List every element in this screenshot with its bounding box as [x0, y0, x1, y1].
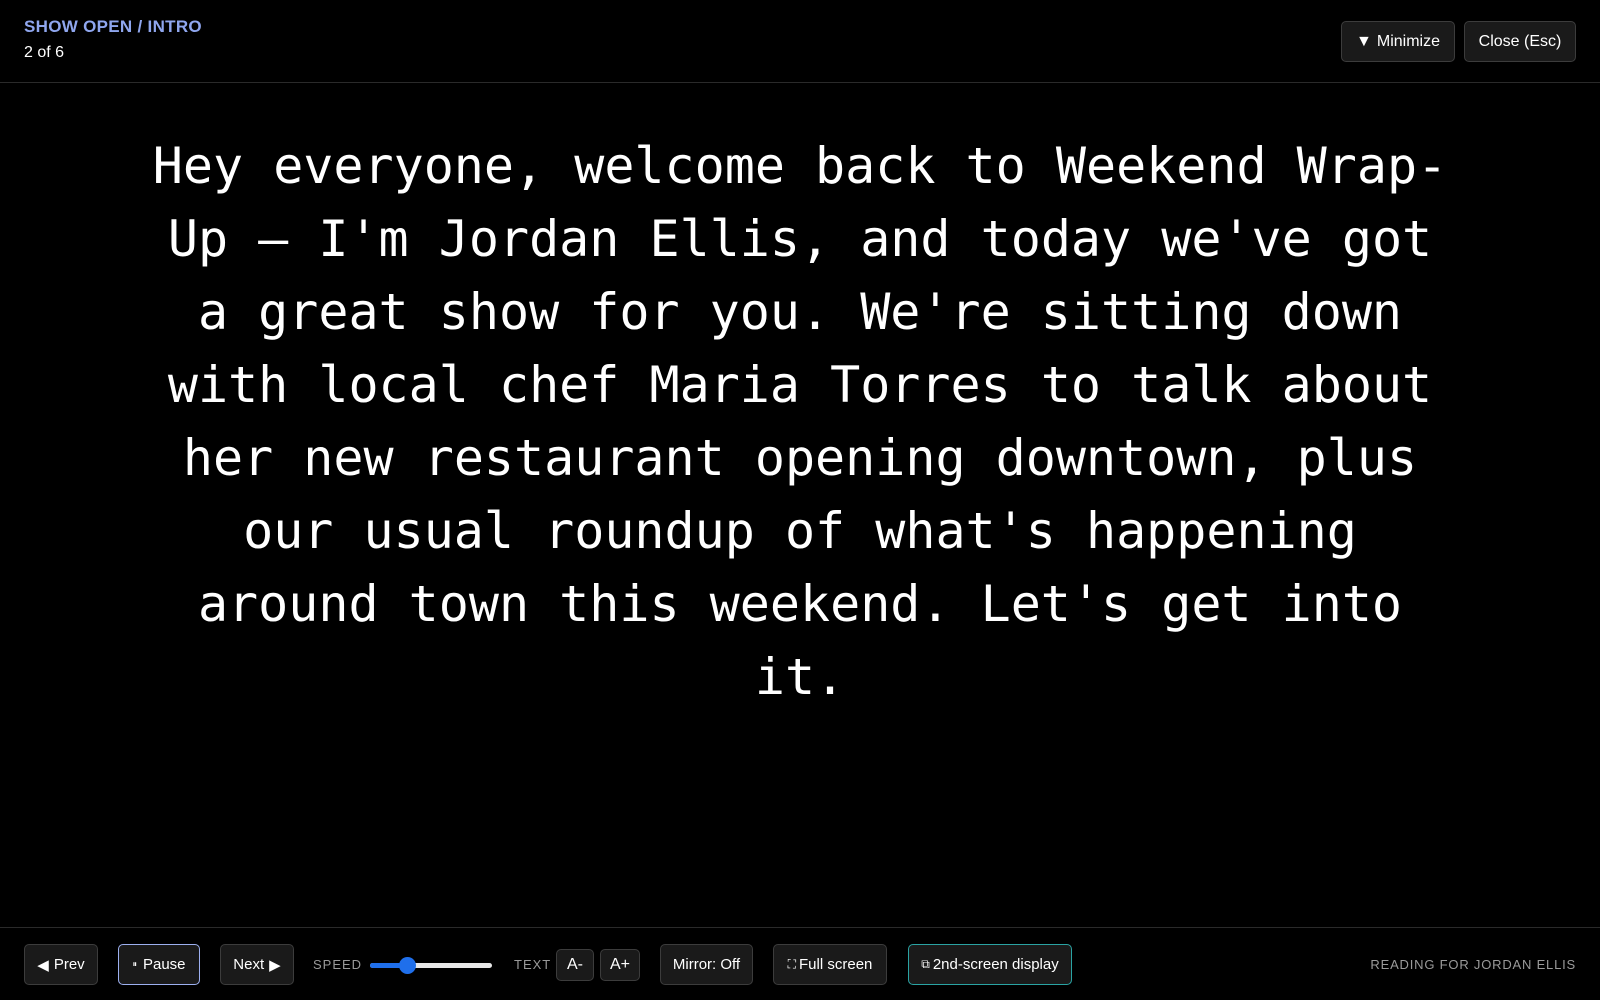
second-screen-label: 2nd-screen display: [932, 956, 1059, 973]
reading-for-label: READING FOR JORDAN ELLIS: [1370, 957, 1576, 972]
close-button[interactable]: Close (Esc): [1464, 21, 1576, 62]
second-screen-button[interactable]: ⧉ 2nd-screen display: [908, 944, 1072, 985]
text-smaller-button[interactable]: A-: [556, 949, 594, 981]
triangle-left-icon: ◀: [37, 956, 49, 974]
prev-button[interactable]: ◀ Prev: [24, 944, 98, 985]
teleprompter-script-text: Hey everyone, welcome back to Weekend Wr…: [152, 137, 1448, 706]
minimize-label: Minimize: [1376, 32, 1440, 50]
next-label: Next: [233, 956, 265, 973]
triangle-down-icon: ▼: [1356, 32, 1372, 50]
pause-icon: ⏸: [132, 959, 137, 969]
segment-title: SHOW OPEN / INTRO: [24, 17, 202, 36]
text-size-label: TEXT: [514, 957, 552, 972]
pause-button[interactable]: ⏸ Pause: [118, 944, 200, 985]
fullscreen-icon: ⛶: [787, 957, 797, 971]
prev-label: Prev: [53, 956, 85, 973]
segment-counter: 2 of 6: [24, 44, 65, 61]
teleprompter-controls: ◀ Prev ⏸ Pause Next ▶ SPEED TEXT A- A+ M…: [0, 927, 1600, 1000]
teleprompter-header: SHOW OPEN / INTRO 2 of 6 ▼ Minimize Clos…: [0, 0, 1600, 83]
fullscreen-button[interactable]: ⛶ Full screen: [773, 944, 887, 985]
speed-label: SPEED: [313, 957, 363, 972]
speed-slider-thumb[interactable]: [398, 957, 416, 974]
minimize-button[interactable]: ▼ Minimize: [1341, 21, 1455, 62]
second-screen-icon: ⧉: [921, 957, 930, 971]
triangle-right-icon: ▶: [269, 956, 281, 974]
mirror-toggle-button[interactable]: Mirror: Off: [660, 944, 753, 985]
speed-slider[interactable]: [370, 957, 492, 974]
pause-label: Pause: [142, 956, 186, 973]
fullscreen-label: Full screen: [799, 956, 873, 973]
next-button[interactable]: Next ▶: [220, 944, 294, 985]
text-larger-button[interactable]: A+: [600, 949, 640, 981]
